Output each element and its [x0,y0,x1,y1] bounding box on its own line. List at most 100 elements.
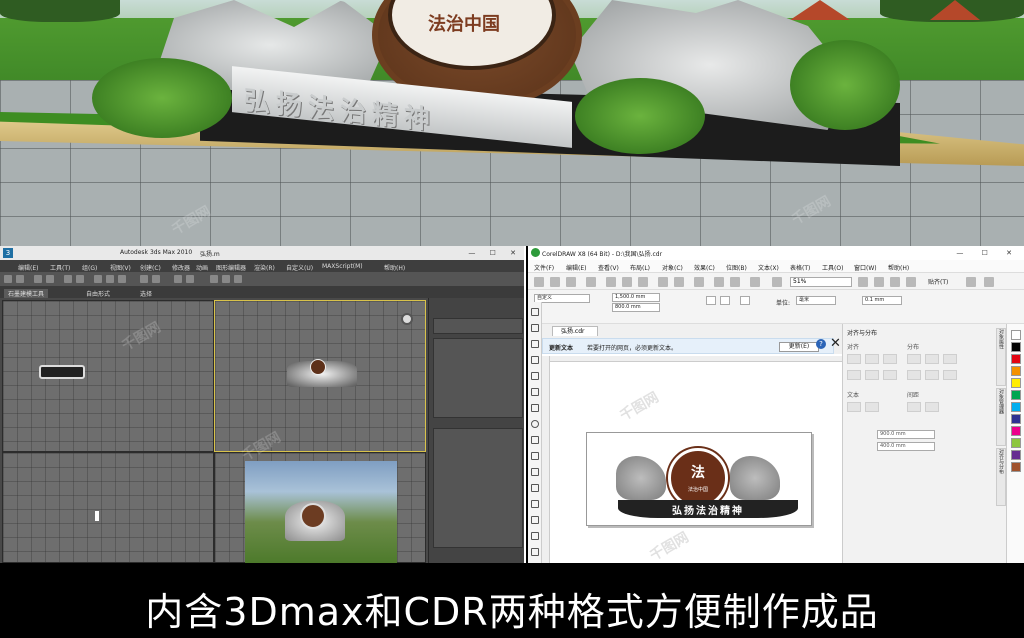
transparency-tool-icon[interactable] [531,516,539,524]
swatch-yellow[interactable] [1011,378,1021,388]
swatch-green[interactable] [1011,390,1021,400]
window-controls[interactable]: — ☐ ✕ [468,249,522,257]
sign-model-top[interactable] [39,365,85,379]
menu-item[interactable]: 文件(F) [534,263,554,272]
x-position-field[interactable]: 900.0 mm [877,430,935,439]
distribute-left-button[interactable] [907,354,921,364]
drop-shadow-icon[interactable] [531,500,539,508]
menu-item[interactable]: 编辑(E) [18,263,38,272]
swatch-purple[interactable] [1011,450,1021,460]
spacing-vertical-button[interactable] [925,402,939,412]
snap-to-dropdown[interactable]: 贴齐(T) [928,277,948,286]
angle-snap-icon[interactable] [152,275,160,283]
viewport-left[interactable] [2,452,214,563]
text-tool-icon[interactable] [531,452,539,460]
polygon-tool-icon[interactable] [531,436,539,444]
viewcube-icon[interactable] [401,313,413,325]
eyedropper-icon[interactable] [531,532,539,540]
align-text-button[interactable] [847,402,861,412]
align-icon[interactable] [186,275,194,283]
guidelines-icon[interactable] [906,277,916,287]
distribute-middle-button[interactable] [925,370,939,380]
rectangle-tool-icon[interactable] [531,404,539,412]
distribute-top-button[interactable] [907,370,921,380]
menu-item[interactable]: 帮助(H) [384,263,405,272]
menu-item[interactable]: 对象(C) [662,263,683,272]
viewport-front[interactable] [214,300,426,452]
menu-item[interactable]: 自定义(U) [286,263,313,272]
full-screen-icon[interactable] [858,277,868,287]
menu-item[interactable]: 布局(L) [630,263,650,272]
snap-icon[interactable] [140,275,148,283]
swatch-lime[interactable] [1011,438,1021,448]
scale-icon[interactable] [118,275,126,283]
unlink-icon[interactable] [46,275,54,283]
ellipse-tool-icon[interactable] [531,420,539,428]
align-top-button[interactable] [847,370,861,380]
menu-item[interactable]: 表格(T) [790,263,810,272]
grid-icon[interactable] [890,277,900,287]
pick-tool-icon[interactable] [531,308,539,316]
lion-right-graphic[interactable] [730,456,780,500]
search-icon[interactable] [694,277,704,287]
swatch-brown[interactable] [1011,462,1021,472]
distribute-bottom-button[interactable] [943,370,957,380]
undo-icon[interactable] [658,277,668,287]
docker-tab-align[interactable]: 对齐与分布 [996,448,1006,506]
swatch-blue[interactable] [1011,414,1021,424]
menu-item[interactable]: 渲染(R) [254,263,275,272]
sign-design[interactable]: 法 法治中国 弘扬法治精神 [598,448,798,524]
horizontal-ruler[interactable] [550,356,842,362]
new-document-icon[interactable] [534,277,544,287]
page-size-select[interactable]: 自定义 [534,294,590,303]
menu-item[interactable]: 窗口(W) [854,263,877,272]
menu-item[interactable]: 效果(C) [694,263,715,272]
select-icon[interactable] [64,275,72,283]
sign-model-side[interactable] [95,511,99,521]
tab-document[interactable]: 弘扬.cdr [552,326,598,336]
interactive-fill-icon[interactable] [531,548,539,556]
close-notice-icon[interactable]: ✕ [830,336,841,351]
zoom-level[interactable]: 51% [790,277,852,287]
coreldraw-logo-icon[interactable] [531,248,540,257]
window-controls[interactable]: — ☐ ✕ [956,249,1020,257]
cut-icon[interactable] [606,277,616,287]
options-icon[interactable] [984,277,994,287]
align-right-button[interactable] [883,354,897,364]
select-region-icon[interactable] [76,275,84,283]
parallel-dimension-icon[interactable] [531,468,539,476]
ribbon-tab[interactable]: 石墨建模工具 [4,289,49,298]
shape-tool-icon[interactable] [531,324,539,332]
menu-item[interactable]: 编辑(E) [566,263,586,272]
lion-left-graphic[interactable] [616,456,666,500]
docker-tab-properties[interactable]: 对象属性 [996,328,1006,386]
menu-item[interactable]: 组(G) [82,263,97,272]
redo-icon[interactable] [16,275,24,283]
redo-icon[interactable] [674,277,684,287]
open-icon[interactable] [550,277,560,287]
align-left-button[interactable] [847,354,861,364]
align-middle-button[interactable] [865,370,879,380]
copy-icon[interactable] [622,277,632,287]
export-icon[interactable] [730,277,740,287]
menu-item[interactable]: 动画 [196,263,208,272]
menu-item[interactable]: 位图(B) [726,263,747,272]
align-bottom-button[interactable] [883,370,897,380]
paste-icon[interactable] [638,277,648,287]
app-launcher-icon[interactable] [772,277,782,287]
swatch-black[interactable] [1011,342,1021,352]
undo-icon[interactable] [4,275,12,283]
ribbon-tab[interactable]: 自由形式 [82,289,114,298]
parameters-rollout[interactable] [433,428,523,548]
menu-item[interactable]: 工具(O) [822,263,843,272]
nudge-distance-field[interactable]: 0.1 mm [862,296,902,305]
move-icon[interactable] [94,275,102,283]
render-icon[interactable] [234,275,242,283]
menu-item[interactable]: 查看(V) [598,263,619,272]
modifier-stack[interactable] [433,338,523,418]
update-button[interactable]: 更新(E) [779,342,819,352]
menu-item[interactable]: MAXScript(M) [322,263,363,270]
all-pages-icon[interactable] [740,296,750,305]
zoom-tool-icon[interactable] [531,356,539,364]
render-setup-icon[interactable] [222,275,230,283]
